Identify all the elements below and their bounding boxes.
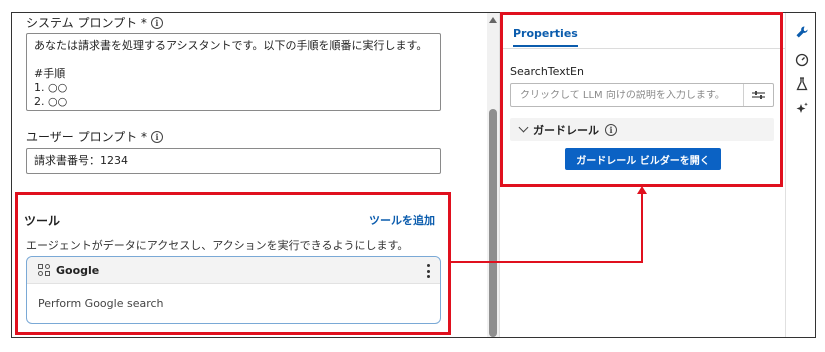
add-tool-link[interactable]: ツールを追加 (369, 212, 435, 228)
user-prompt-label: ユーザー プロンプト * i (26, 128, 164, 145)
annotation-connector (451, 261, 642, 263)
info-icon[interactable]: i (605, 123, 617, 136)
chevron-down-icon (518, 122, 529, 133)
scrollbar-thumb[interactable] (489, 109, 497, 337)
annotation-connector (641, 193, 643, 263)
tools-description: エージェントがデータにアクセスし、アクションを実行できるようにします。 (26, 239, 409, 252)
tool-name: Google (56, 263, 100, 277)
info-icon[interactable]: i (151, 130, 164, 143)
system-prompt-line: あなたは請求書を処理するアシスタントです。以下の手順を順番に実行します。 (34, 39, 428, 52)
app-frame: システム プロンプト * i あなたは請求書を処理するアシスタントです。以下の手… (11, 12, 816, 338)
sliders-icon (752, 91, 765, 99)
tool-description: Perform Google search (38, 297, 164, 310)
guardrail-label: ガードレール (533, 123, 599, 137)
guardrail-accordion[interactable]: ガードレール i (510, 118, 774, 141)
user-prompt-label-text: ユーザー プロンプト * (26, 130, 148, 144)
system-prompt-line (34, 53, 433, 67)
editor-panel: システム プロンプト * i あなたは請求書を処理するアシスタントです。以下の手… (12, 13, 452, 337)
system-prompt-label-text: システム プロンプト * (26, 16, 147, 30)
system-prompt-label: システム プロンプト * i (26, 14, 163, 31)
tune-settings-button[interactable] (743, 84, 773, 106)
user-prompt-value: 請求書番号：1234 (34, 154, 128, 167)
info-icon[interactable]: i (150, 16, 163, 29)
wrench-icon[interactable] (794, 24, 810, 40)
llm-description-field[interactable] (510, 83, 774, 107)
properties-tabs: Properties (500, 13, 785, 49)
system-prompt-line: #手順 (34, 67, 66, 80)
tool-card-google[interactable]: Google Perform Google search (26, 256, 441, 324)
sparkle-icon[interactable] (794, 101, 810, 117)
tool-card-header: Google (27, 257, 440, 284)
system-prompt-line: 1. ○○ (34, 81, 68, 94)
tab-properties[interactable]: Properties (513, 27, 578, 47)
system-prompt-textarea[interactable]: あなたは請求書を処理するアシスタントです。以下の手順を順番に実行します。 #手順… (26, 33, 441, 111)
kebab-menu-icon[interactable] (426, 264, 430, 278)
search-text-label: SearchTextEn (510, 65, 584, 78)
user-prompt-input[interactable]: 請求書番号：1234 (26, 148, 441, 174)
gauge-icon[interactable] (794, 51, 810, 67)
system-prompt-line: 2. ○○ (34, 95, 68, 108)
llm-description-input[interactable] (511, 89, 743, 101)
tools-title: ツール (24, 214, 61, 228)
open-guardrail-builder-button[interactable]: ガードレール ビルダーを開く (565, 148, 721, 170)
arrow-up-icon (637, 186, 647, 194)
scroll-up-icon[interactable] (489, 17, 497, 23)
vertical-scrollbar[interactable] (487, 13, 499, 337)
tool-component-icon (38, 264, 50, 276)
right-icon-rail (785, 13, 815, 337)
properties-panel: Properties SearchTextEn ガードレール i ガードレール … (500, 13, 785, 337)
flask-icon[interactable] (794, 76, 810, 92)
